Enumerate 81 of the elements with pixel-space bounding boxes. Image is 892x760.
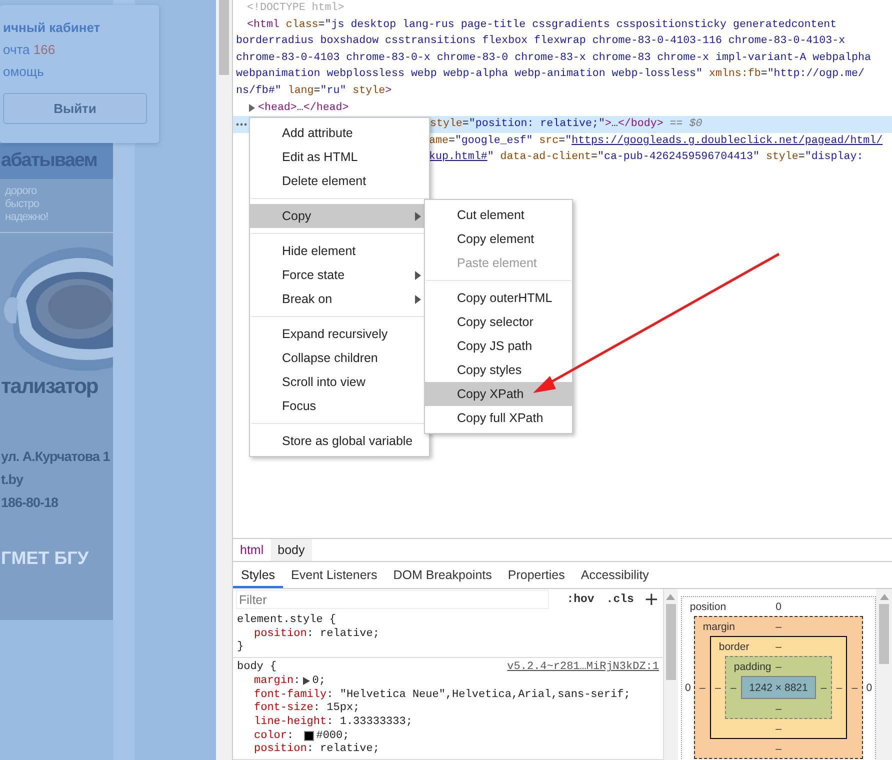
css-property: line-height: [254,716,334,728]
css-value: relative; [320,743,380,756]
code-line: <!DOCTYPE html> [247,1,344,16]
panel-tab[interactable]: Accessibility [572,564,657,588]
submenu-arrow-icon [415,270,421,280]
submenu-arrow-icon [415,294,421,304]
css-value: "Helvetica Neue",Helvetica,Arial,sans-serif; [340,688,630,701]
css-property: position: [254,628,314,640]
banner-footer: ГМЕТ БГУ [0,548,113,569]
css-selector: element.style { [237,612,336,627]
code-line: style="position: relative;">…</body> == $0 [430,117,702,132]
box-value: – [776,702,782,714]
breadcrumb[interactable]: body [270,539,312,561]
code-line: borderradius boxshadow csstransitions flexbox flexwrap chrome-83-0-4103-116 chrome-83-0-4103-x [236,34,846,50]
box-value: – [776,660,782,672]
css-property: margin: [254,675,300,688]
box-value: – [714,682,721,694]
banner-contact: ул. А.Курчатова 1 [0,449,111,464]
box-value: 0 [866,682,872,694]
css-value: 1.33333333; [340,716,412,728]
box-value: – [776,640,782,652]
box-value: – [776,620,782,632]
menu-item[interactable]: Edit as HTML [250,145,429,169]
css-value: #000; [316,730,350,742]
banner-contact: 186-80-18 [0,495,60,510]
scrollbar-thumb[interactable] [219,0,229,75]
content-box: 1242 × 8821 [740,676,816,699]
expand-triangle-icon[interactable] [249,104,255,112]
css-value: 0; [312,675,326,688]
filter-field[interactable]: Filter [236,590,549,610]
expand-triangle-icon[interactable] [303,677,310,686]
scrollbar-thumb[interactable] [879,604,890,664]
box-label: position [688,600,728,612]
code-line: ame="google_esf" src="https://googleads.g.doubleclick.net/pagead/html/ [429,134,883,149]
code-line: chrome-83-0-4103 chrome-83-0-x chrome-83-0 chrome-83-x chrome-83 chrome-x impl-variant-A webpalpha [236,50,871,66]
panel-tab[interactable]: Event Listeners [283,564,386,588]
menu-item[interactable]: Delete element [250,169,429,193]
scroll-up-icon[interactable] [666,594,676,600]
css-selector: body { [237,660,277,674]
banner-contact: t.by [0,472,24,487]
css-property: color: [254,730,294,742]
code-line: <head>…</head> [258,100,349,116]
toggle-button[interactable]: :hov [564,593,596,606]
css-property: font-size: [254,702,320,714]
color-swatch[interactable] [304,730,314,741]
panel-tab[interactable]: Properties [500,564,573,588]
more-icon[interactable] [236,122,247,126]
code-line: <html class="js desktop lang-rus page-title cssgradients csspositionsticky generatedcontent [247,18,837,33]
box-value: 0 [684,682,691,694]
css-property: font-family: [254,688,334,701]
source-link[interactable]: v5.2.4~r281…MiRjN3kDZ:1 [507,660,659,674]
css-value: 15px; [326,702,360,714]
box-value: – [730,682,736,694]
box-label: margin [702,620,736,632]
box-label: padding [732,660,772,672]
code-line: ns/fb#" lang="ru" style> [236,84,392,99]
panel-tab[interactable]: Styles [233,564,284,588]
menu-item[interactable]: Store as global variable [250,429,429,453]
menu-item[interactable]: Copy XPath [425,382,572,406]
css-value: relative; [320,628,380,640]
breadcrumb[interactable]: html [233,539,271,561]
css-property: position: [254,743,314,756]
submenu-arrow-icon [415,212,421,220]
box-value: – [820,682,827,694]
box-value: – [836,682,842,694]
menu-item[interactable]: Add attribute [250,121,429,145]
box-value: 0 [776,600,782,612]
box-value: – [852,682,858,694]
code-line: webpanimation webplossless webp webp-alpha webp-animation webp-lossless" xmlns:fb="http://ogp.me/ [236,67,865,82]
closing-brace: } [237,640,245,654]
panel-tab[interactable]: DOM Breakpoints [385,564,500,588]
box-value: – [699,682,706,694]
add-rule-button[interactable]: + [644,590,659,609]
box-label: border [718,640,750,652]
scroll-up-icon[interactable] [880,594,889,600]
box-value: – [776,722,782,734]
scrollbar-thumb[interactable] [666,604,676,680]
toggle-button[interactable]: .cls [604,593,636,606]
code-line: kup.html#" data-ad-client="ca-pub-4262459596704413" style="display: [429,150,864,166]
banner-product-name: тализатор [0,375,99,399]
box-value: – [776,742,782,754]
